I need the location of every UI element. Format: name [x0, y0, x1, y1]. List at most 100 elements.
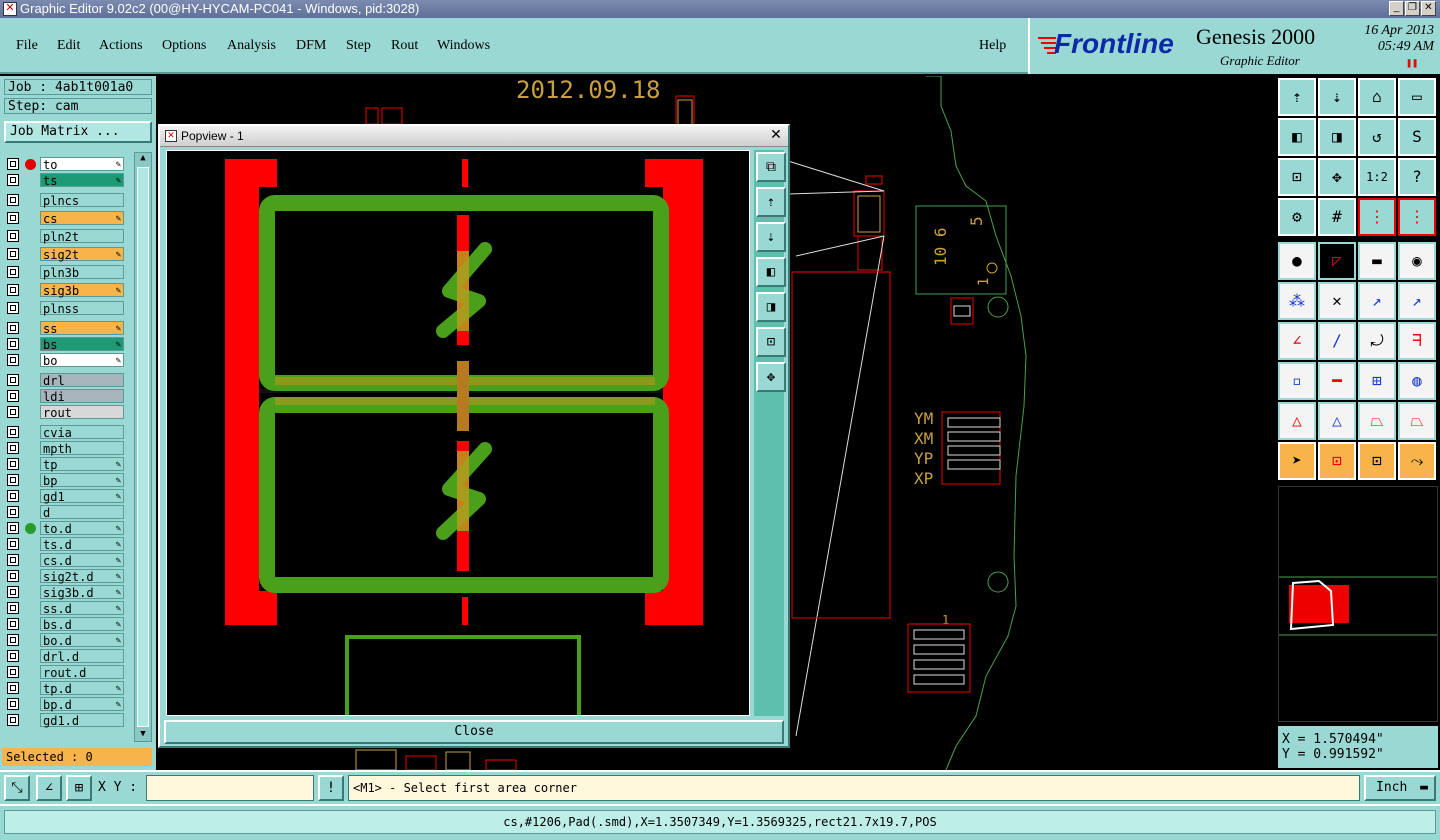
menu-help[interactable]: Help [979, 38, 1006, 54]
layer-checkbox[interactable] [7, 554, 19, 566]
close-window-button[interactable]: ✕ [1421, 1, 1436, 16]
layer-row[interactable]: drl.d [4, 648, 128, 664]
tool-select-icon[interactable]: ➤ [1278, 442, 1316, 480]
tool-arc-icon[interactable]: ⤾ [1358, 322, 1396, 360]
layer-row[interactable]: to.d ✎ [4, 520, 128, 536]
layer-checkbox[interactable] [7, 442, 19, 454]
menu-dfm[interactable]: DFM [296, 38, 326, 54]
tool-move-icon[interactable]: ↗ [1358, 282, 1396, 320]
layer-name[interactable]: pln3b [40, 265, 124, 280]
layer-checkbox[interactable] [7, 322, 19, 334]
layer-checkbox[interactable] [7, 538, 19, 550]
layer-checkbox[interactable] [7, 406, 19, 418]
tool-help-icon[interactable]: ? [1398, 158, 1436, 196]
layer-name[interactable]: sig2t.d ✎ [40, 569, 124, 584]
snap-mode-icon[interactable]: ⤡ [4, 775, 30, 801]
layer-checkbox[interactable] [7, 302, 19, 314]
tool-redraw-icon[interactable]: S [1398, 118, 1436, 156]
layer-row[interactable]: sig2t.d ✎ [4, 568, 128, 584]
layer-row[interactable]: bp ✎ [4, 472, 128, 488]
layer-checkbox[interactable] [7, 506, 19, 518]
angle-mode-icon[interactable]: ∠ [36, 775, 62, 801]
layer-name[interactable]: ts.d ✎ [40, 537, 124, 552]
layer-checkbox[interactable] [7, 650, 19, 662]
layer-row[interactable]: ts ✎ [4, 172, 128, 188]
layer-name[interactable]: cvia [40, 425, 124, 440]
layer-name[interactable]: cs ✎ [40, 211, 124, 226]
tool-line-icon[interactable]: ◸ [1318, 242, 1356, 280]
tool-split-icon[interactable]: ━ [1318, 362, 1356, 400]
xy-input[interactable] [146, 775, 314, 801]
layer-row[interactable]: rout.d [4, 664, 128, 680]
tool-home-icon[interactable]: ⌂ [1358, 78, 1396, 116]
layer-name[interactable]: cs.d ✎ [40, 553, 124, 568]
tool-slash-icon[interactable]: ∕ [1318, 322, 1356, 360]
layer-row[interactable]: ss.d ✎ [4, 600, 128, 616]
layer-name[interactable]: bs.d ✎ [40, 617, 124, 632]
tool-snap-net-icon[interactable]: ⋮ [1398, 198, 1436, 236]
tool-scale-icon[interactable]: 1:2 [1358, 158, 1396, 196]
layer-row[interactable]: tp ✎ [4, 456, 128, 472]
layer-row[interactable]: mpth [4, 440, 128, 456]
layer-checkbox[interactable] [7, 174, 19, 186]
popview-close-button[interactable]: Close [164, 720, 784, 744]
layer-name[interactable]: bo ✎ [40, 353, 124, 368]
menu-analysis[interactable]: Analysis [227, 38, 276, 54]
layer-checkbox[interactable] [7, 284, 19, 296]
layer-row[interactable]: plnss [4, 300, 128, 316]
tool-pan-left-icon[interactable]: ◧ [1278, 118, 1316, 156]
popview-zoom-fit-icon[interactable]: ⊡ [756, 327, 786, 357]
layer-name[interactable]: plncs [40, 193, 124, 208]
layer-checkbox[interactable] [7, 338, 19, 350]
menu-options[interactable]: Options [162, 38, 206, 54]
tool-select-box-icon[interactable]: ⊡ [1318, 442, 1356, 480]
tool-open-icon[interactable]: ⇡ [1278, 78, 1316, 116]
layer-row[interactable]: bo.d ✎ [4, 632, 128, 648]
scroll-down-icon[interactable]: ▼ [137, 729, 149, 741]
layer-checkbox[interactable] [7, 698, 19, 710]
layer-checkbox[interactable] [7, 490, 19, 502]
popview-close-icon[interactable]: ✕ [769, 127, 783, 141]
tool-circle-icon[interactable]: ◍ [1398, 362, 1436, 400]
layer-row[interactable]: pln3b [4, 264, 128, 280]
tool-mirror-icon[interactable]: ᖷ [1398, 322, 1436, 360]
layer-row[interactable]: cvia [4, 424, 128, 440]
layer-name[interactable]: bo.d ✎ [40, 633, 124, 648]
scroll-thumb[interactable] [137, 167, 149, 727]
layer-row[interactable]: ldi [4, 388, 128, 404]
tool-select-area-icon[interactable]: ⊡ [1358, 442, 1396, 480]
layer-checkbox[interactable] [7, 194, 19, 206]
layer-name[interactable]: sig3b.d ✎ [40, 585, 124, 600]
layer-name[interactable]: mpth [40, 441, 124, 456]
layer-checkbox[interactable] [7, 248, 19, 260]
popview-zoom-center-icon[interactable]: ✥ [756, 362, 786, 392]
layer-checkbox[interactable] [7, 682, 19, 694]
tool-connect-icon[interactable]: ⁂ [1278, 282, 1316, 320]
layer-checkbox[interactable] [7, 618, 19, 630]
layer-name[interactable]: d [40, 505, 124, 520]
layer-row[interactable]: gd1.d [4, 712, 128, 728]
tool-pad-add-icon[interactable]: ▫ [1278, 362, 1316, 400]
tool-zoom-back-icon[interactable]: ↺ [1358, 118, 1396, 156]
units-select[interactable]: Inch ▬ [1364, 775, 1436, 801]
layer-checkbox[interactable] [7, 522, 19, 534]
tool-angle-icon[interactable]: ∠ [1278, 322, 1316, 360]
tool-add-feature-icon[interactable]: ● [1278, 242, 1316, 280]
maximize-button[interactable]: ❐ [1405, 1, 1420, 16]
layer-name[interactable]: to ✎ [40, 157, 124, 172]
tool-polygon-edit-icon[interactable]: ⏢ [1398, 402, 1436, 440]
layer-name[interactable]: ts ✎ [40, 173, 124, 188]
tool-resize-icon[interactable]: ⊞ [1358, 362, 1396, 400]
tool-pad-icon[interactable]: ◉ [1398, 242, 1436, 280]
layer-name[interactable]: pln2t [40, 229, 124, 244]
layer-checkbox[interactable] [7, 158, 19, 170]
layer-checkbox[interactable] [7, 458, 19, 470]
layer-row[interactable]: plncs [4, 192, 128, 208]
popview-pan-down-icon[interactable]: ⇣ [756, 222, 786, 252]
layer-checkbox[interactable] [7, 212, 19, 224]
popview-pan-left-icon[interactable]: ◧ [756, 257, 786, 287]
tool-zoom-center-icon[interactable]: ✥ [1318, 158, 1356, 196]
job-matrix-button[interactable]: Job Matrix ... [4, 121, 152, 143]
popview-canvas[interactable] [166, 150, 750, 716]
layer-checkbox[interactable] [7, 354, 19, 366]
